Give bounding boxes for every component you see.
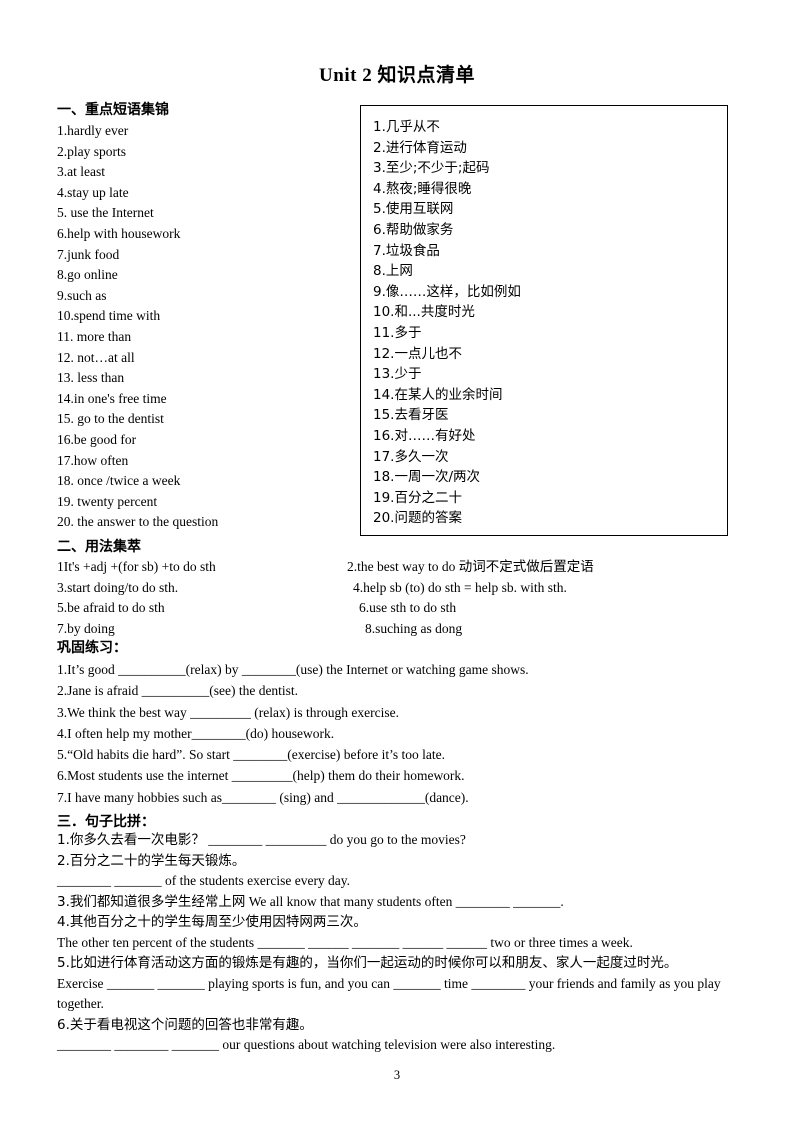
phrase-item: 15. go to the dentist — [57, 411, 164, 427]
translation-item: 11.多于 — [373, 324, 422, 341]
usage-item: 8.suching as dong — [365, 620, 463, 636]
phrase-item: 20. the answer to the question — [57, 514, 219, 530]
practice-item: 5.“Old habits die hard”. So start ______… — [57, 747, 446, 763]
phrase-item: 1.hardly ever — [57, 123, 129, 138]
translation-item: 13.少于 — [373, 366, 422, 383]
translation-item: 17.多久一次 — [373, 448, 449, 465]
phrase-item: 7.junk food — [57, 246, 120, 262]
usage-row: 7.by doing 8.suching as dong — [57, 619, 677, 640]
phrase-item: 13. less than — [57, 370, 125, 386]
phrase-item: 10.spend time with — [57, 308, 161, 324]
phrase-item: 12. not…at all — [57, 349, 135, 365]
translation-item: 12.一点儿也不 — [373, 345, 462, 362]
phrase-item: 5. use the Internet — [57, 205, 154, 221]
translation-item: 7.垃圾食品 — [373, 242, 440, 259]
usage-item: 1It's +adj +(for sb) +to do sth — [57, 559, 216, 574]
sentence-item: 4.其他百分之十的学生每周至少使用因特网两三次。 — [57, 914, 367, 930]
translation-item: 6.帮助做家务 — [373, 221, 454, 238]
phrase-item: 16.be good for — [57, 431, 137, 447]
sentence-item: 6.关于看电视这个问题的回答也非常有趣。 — [57, 1016, 313, 1033]
usage-item: 6.use sth to do sth — [359, 600, 457, 616]
translation-item: 19.百分之二十 — [373, 489, 462, 506]
translation-item: 4.熬夜;睡得很晚 — [373, 180, 472, 197]
section-heading-sentences: 三．句子比拼： — [57, 814, 155, 830]
page-number: 3 — [393, 1068, 401, 1082]
page-title: Unit 2 知识点清单 — [319, 65, 475, 86]
sentence-item: Exercise _______ _______ playing sports … — [57, 975, 721, 1012]
usage-item: 4.help sb (to) do sth = help sb. with st… — [353, 579, 567, 595]
translation-item: 2.进行体育运动 — [373, 139, 467, 156]
section-heading-usage: 二、用法集萃 — [57, 539, 141, 555]
document-page: Unit 2 知识点清单 一、重点短语集锦 1.hardly ever 2.pl… — [0, 0, 794, 1123]
usage-row: 5.be afraid to do sth 6.use sth to do st… — [57, 598, 677, 619]
usage-row: 3.start doing/to do sth. 4.help sb (to) … — [57, 578, 677, 599]
phrase-item: 19. twenty percent — [57, 493, 158, 509]
sentence-exercise-list: 1.你多久去看一次电影？ ________ _________ do you g… — [57, 830, 747, 1056]
practice-item: 6.Most students use the internet _______… — [57, 768, 465, 784]
phrase-item: 3.at least — [57, 164, 105, 180]
translation-item: 16.对……有好处 — [373, 427, 476, 444]
practice-item: 7.I have many hobbies such as________ (s… — [57, 789, 469, 805]
phrase-item: 18. once /twice a week — [57, 473, 181, 489]
sentence-en: ________ _________ do you go to the movi… — [204, 832, 466, 847]
phrase-item: 4.stay up late — [57, 184, 129, 200]
sentence-item: 3.我们都知道很多学生经常上网 We all know that many st… — [57, 892, 747, 913]
usage-pattern-grid: 1It's +adj +(for sb) +to do sth 2.the be… — [57, 557, 677, 639]
phrase-list-column: 一、重点短语集锦 1.hardly ever 2.play sports 3.a… — [57, 99, 352, 533]
usage-row: 1It's +adj +(for sb) +to do sth 2.the be… — [57, 557, 677, 578]
usage-item-cjk: 动词不定式做后置定语 — [458, 559, 594, 575]
sentence-item: ________ _______ of the students exercis… — [57, 873, 351, 888]
translation-item: 15.去看牙医 — [373, 407, 449, 424]
sentence-cn: 3.我们都知道很多学生经常上网 — [57, 893, 246, 910]
practice-item: 1.It’s good __________(relax) by _______… — [57, 662, 529, 677]
sentence-en: We all know that many students often ___… — [245, 893, 564, 909]
phrase-item: 14.in one's free time — [57, 390, 167, 406]
translation-item: 14.在某人的业余时间 — [373, 386, 503, 403]
phrase-item: 6.help with housework — [57, 225, 181, 241]
translation-item: 10.和...共度时光 — [373, 304, 475, 321]
usage-item-text: 2.the best way to do — [347, 559, 459, 574]
sentence-item: 1.你多久去看一次电影？ ________ _________ do you g… — [57, 830, 747, 851]
translation-item: 18.一周一次/两次 — [373, 469, 481, 486]
usage-item: 3.start doing/to do sth. — [57, 579, 179, 595]
translation-item: 8.上网 — [373, 263, 413, 280]
translation-item: 1.几乎从不 — [373, 119, 440, 135]
phrase-item: 11. more than — [57, 328, 132, 344]
usage-item: 5.be afraid to do sth — [57, 600, 165, 616]
translation-item: 20.问题的答案 — [373, 510, 462, 527]
section-heading-practice: 巩固练习： — [57, 640, 127, 656]
phrase-item: 17.how often — [57, 452, 129, 468]
practice-item: 3.We think the best way _________ (relax… — [57, 704, 399, 720]
practice-exercise-list: 1.It’s good __________(relax) by _______… — [57, 659, 717, 808]
sentence-item: 5.比如进行体育活动这方面的锻炼是有趣的，当你们一起运动的时候你可以和朋友、家人… — [57, 955, 678, 971]
translation-item: 9.像……这样，比如例如 — [373, 283, 521, 300]
sentence-item: The other ten percent of the students __… — [57, 934, 633, 950]
phrase-item: 8.go online — [57, 267, 118, 283]
translation-item: 3.至少;不少于;起码 — [373, 160, 490, 177]
usage-item: 2.the best way to do 动词不定式做后置定语 — [347, 557, 677, 578]
translation-box: 1.几乎从不 2.进行体育运动 3.至少;不少于;起码 4.熬夜;睡得很晚 5.… — [360, 105, 728, 536]
phrase-item: 2.play sports — [57, 143, 126, 159]
sentence-cn: 1.你多久去看一次电影？ — [57, 832, 205, 848]
phrase-item: 9.such as — [57, 287, 107, 303]
practice-item: 4.I often help my mother________(do) hou… — [57, 725, 335, 741]
sentence-item: 2.百分之二十的学生每天锻炼。 — [57, 852, 246, 869]
translation-item: 5.使用互联网 — [373, 201, 454, 218]
practice-item: 2.Jane is afraid __________(see) the den… — [57, 683, 299, 699]
section-heading-phrases: 一、重点短语集锦 — [57, 102, 169, 118]
sentence-item: ________ ________ _______ our questions … — [57, 1037, 556, 1052]
